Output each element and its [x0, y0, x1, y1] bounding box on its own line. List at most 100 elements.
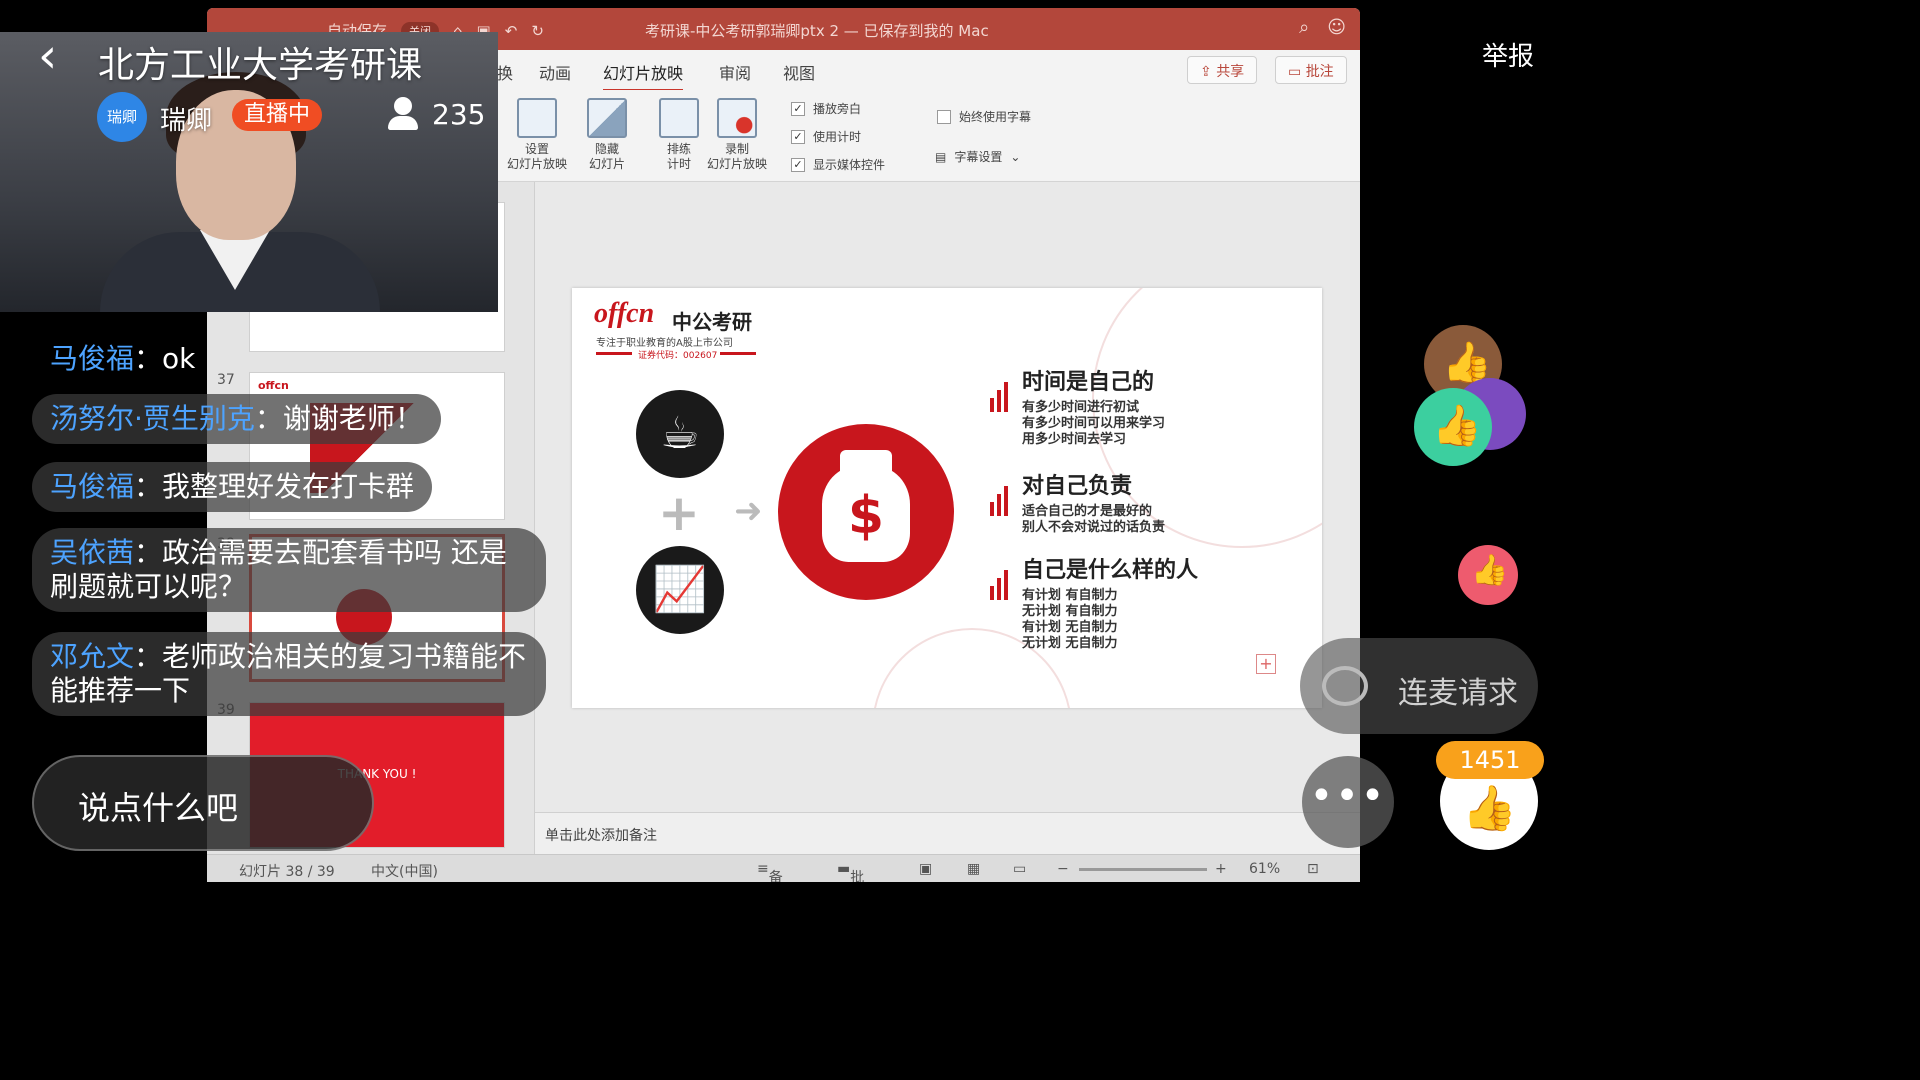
bar-chart-icon [990, 382, 1008, 412]
chat-separator: ： [134, 342, 163, 375]
notes-placeholder: 单击此处添加备注 [545, 828, 657, 844]
zoom-slider[interactable] [1079, 868, 1207, 871]
checkbox-use-timings[interactable]: ✓ 使用计时 [791, 128, 861, 145]
add-content-icon[interactable]: + [1256, 654, 1276, 674]
notes-toggle[interactable]: ≡ 备注 [757, 861, 783, 882]
chat-input-placeholder: 说点什么吧 [78, 789, 239, 827]
host-avatar[interactable]: 瑞卿 [97, 92, 147, 142]
setup-slideshow-button[interactable]: 设置 幻灯片放映 [507, 98, 567, 172]
comments-label: 批注 [1305, 64, 1334, 80]
checkbox-always-subtitles[interactable]: 始终使用字幕 [937, 108, 1031, 125]
subtitle-settings-dropdown[interactable]: ▤ 字幕设置 ⌄ [935, 148, 1020, 165]
report-button[interactable]: 举报 [1482, 36, 1534, 73]
empty-checkbox-icon [937, 109, 951, 124]
thumb-number-37: 37 [217, 372, 235, 388]
tab-transitions[interactable]: 换 [497, 60, 513, 84]
thumb-logo: offcn [258, 379, 289, 392]
sorter-view-icon[interactable]: ▦ [967, 861, 980, 877]
dollar-sign-icon: $ [847, 486, 885, 546]
reading-view-icon[interactable]: ▭ [1013, 861, 1026, 877]
growth-chart-icon: 📈 [636, 546, 724, 634]
tab-view[interactable]: 视图 [783, 60, 815, 84]
share-button[interactable]: ⇪ 共享 [1187, 56, 1258, 84]
tab-slideshow[interactable]: 幻灯片放映 [603, 60, 684, 92]
feedback-smiley-icon[interactable]: ☺ [1327, 17, 1346, 38]
fit-slide-icon[interactable]: ⊡ [1307, 861, 1319, 877]
host-name[interactable]: 瑞卿 [160, 100, 212, 137]
show-media-controls-label: 显示媒体控件 [813, 158, 886, 172]
chat-username[interactable]: 马俊福 [50, 342, 134, 375]
search-icon[interactable]: ⌕ [1299, 17, 1309, 38]
checkbox-show-media-controls[interactable]: ✓ 显示媒体控件 [791, 156, 885, 173]
point-line: 别人不会对说过的话负责 [1022, 520, 1166, 535]
coffee-cup-icon: ☕ [636, 390, 724, 478]
chat-username[interactable]: 汤努尔·贾生别克 [50, 402, 255, 435]
chat-separator: ： [134, 470, 163, 503]
rehearse-timings-icon [659, 98, 699, 138]
arrow-right-icon: ➜ [734, 491, 763, 531]
chat-username[interactable]: 吴依茜 [50, 536, 134, 569]
mic-connect-request-button[interactable]: 连麦请求 [1300, 638, 1538, 734]
more-options-button[interactable]: ••• [1302, 756, 1394, 848]
notes-pane[interactable]: 单击此处添加备注 [535, 812, 1360, 854]
viewer-count: 235 [432, 98, 486, 131]
setup-slideshow-icon [517, 98, 557, 138]
thumbs-up-icon: 👍 [1462, 783, 1517, 834]
point-line: 适合自己的才是最好的 [1022, 504, 1153, 519]
hide-label-2: 幻灯片 [588, 157, 625, 171]
slide-counter: 幻灯片 38 / 39 [239, 864, 335, 880]
tab-animations[interactable]: 动画 [539, 60, 571, 84]
offcn-logo-chinese: 中公考研 [672, 310, 752, 334]
language-indicator[interactable]: 中文(中国) [371, 861, 438, 881]
chat-input[interactable]: 说点什么吧 [32, 755, 374, 851]
bar-chart-icon [990, 486, 1008, 516]
chevron-down-icon: ⌄ [1010, 149, 1021, 164]
chat-message: 马俊福：ok [32, 334, 213, 384]
comments-toggle-label: 批注 [850, 870, 865, 882]
offcn-logo: offcn [594, 298, 655, 329]
point-line: 有计划 无自制力 [1022, 620, 1118, 635]
normal-view-icon[interactable]: ▣ [919, 861, 932, 877]
chat-username[interactable]: 邓允文 [50, 640, 134, 673]
tab-review[interactable]: 审阅 [719, 60, 751, 84]
comments-button[interactable]: ▭ 批注 [1275, 56, 1347, 84]
point-line: 无计划 有自制力 [1022, 604, 1118, 619]
checkmark-icon: ✓ [791, 157, 805, 172]
hide-slide-button[interactable]: 隐藏 幻灯片 [587, 98, 627, 172]
back-chevron-icon[interactable]: ‹ [38, 32, 82, 84]
undo-icon[interactable]: ↶ [505, 22, 518, 40]
chat-message: 邓允文：老师政治相关的复习书籍能不能推荐一下 [32, 632, 546, 716]
point-line: 有计划 有自制力 [1022, 588, 1118, 603]
rehearse-label-2: 计时 [666, 157, 691, 171]
comments-toggle[interactable]: ▬ 批注 [837, 861, 864, 882]
zoom-out-icon[interactable]: − [1057, 861, 1069, 877]
redo-icon[interactable]: ↻ [531, 22, 544, 40]
zoom-in-icon[interactable]: + [1215, 861, 1227, 877]
money-bag-icon: $ [778, 424, 954, 600]
notes-toggle-label: 备注 [768, 870, 783, 882]
setup-label-2: 幻灯片放映 [507, 157, 568, 171]
connect-request-label: 连麦请求 [1398, 676, 1518, 711]
status-bar: 幻灯片 38 / 39 中文(中国) ≡ 备注 ▬ 批注 ▣ ▦ ▭ − + 6… [207, 854, 1360, 882]
point-line: 有多少时间进行初试 [1022, 400, 1140, 415]
chat-message: 吴依茜：政治需要去配套看书吗 还是刷题就可以呢？ [32, 528, 546, 612]
logo-redline [596, 352, 632, 355]
checkmark-icon: ✓ [791, 129, 805, 144]
hide-slide-icon [587, 98, 627, 138]
point-line: 有多少时间可以用来学习 [1022, 416, 1166, 431]
always-subtitles-label: 始终使用字幕 [959, 110, 1032, 124]
floating-thumbs-up-icon: 👍 [1414, 388, 1492, 466]
checkbox-play-narrations[interactable]: ✓ 播放旁白 [791, 100, 861, 117]
chat-text: ok [162, 342, 196, 375]
room-title: 北方工业大学考研课 [98, 45, 423, 86]
viewer-person-icon [386, 97, 420, 133]
point-line: 无计划 无自制力 [1022, 636, 1118, 651]
current-slide[interactable]: offcn 中公考研 专注于职业教育的A股上市公司 证券代码：002607 ☕ … [572, 288, 1322, 708]
bar-chart-icon [990, 570, 1008, 600]
record-slideshow-button[interactable]: 录制 幻灯片放映 [707, 98, 767, 172]
chat-message: 马俊福：我整理好发在打卡群 [32, 462, 433, 512]
like-count: 1451 [1436, 741, 1544, 779]
rehearse-timings-button[interactable]: 排练 计时 [659, 98, 699, 172]
chat-username[interactable]: 马俊福 [50, 470, 134, 503]
live-badge: 直播中 [232, 99, 323, 131]
